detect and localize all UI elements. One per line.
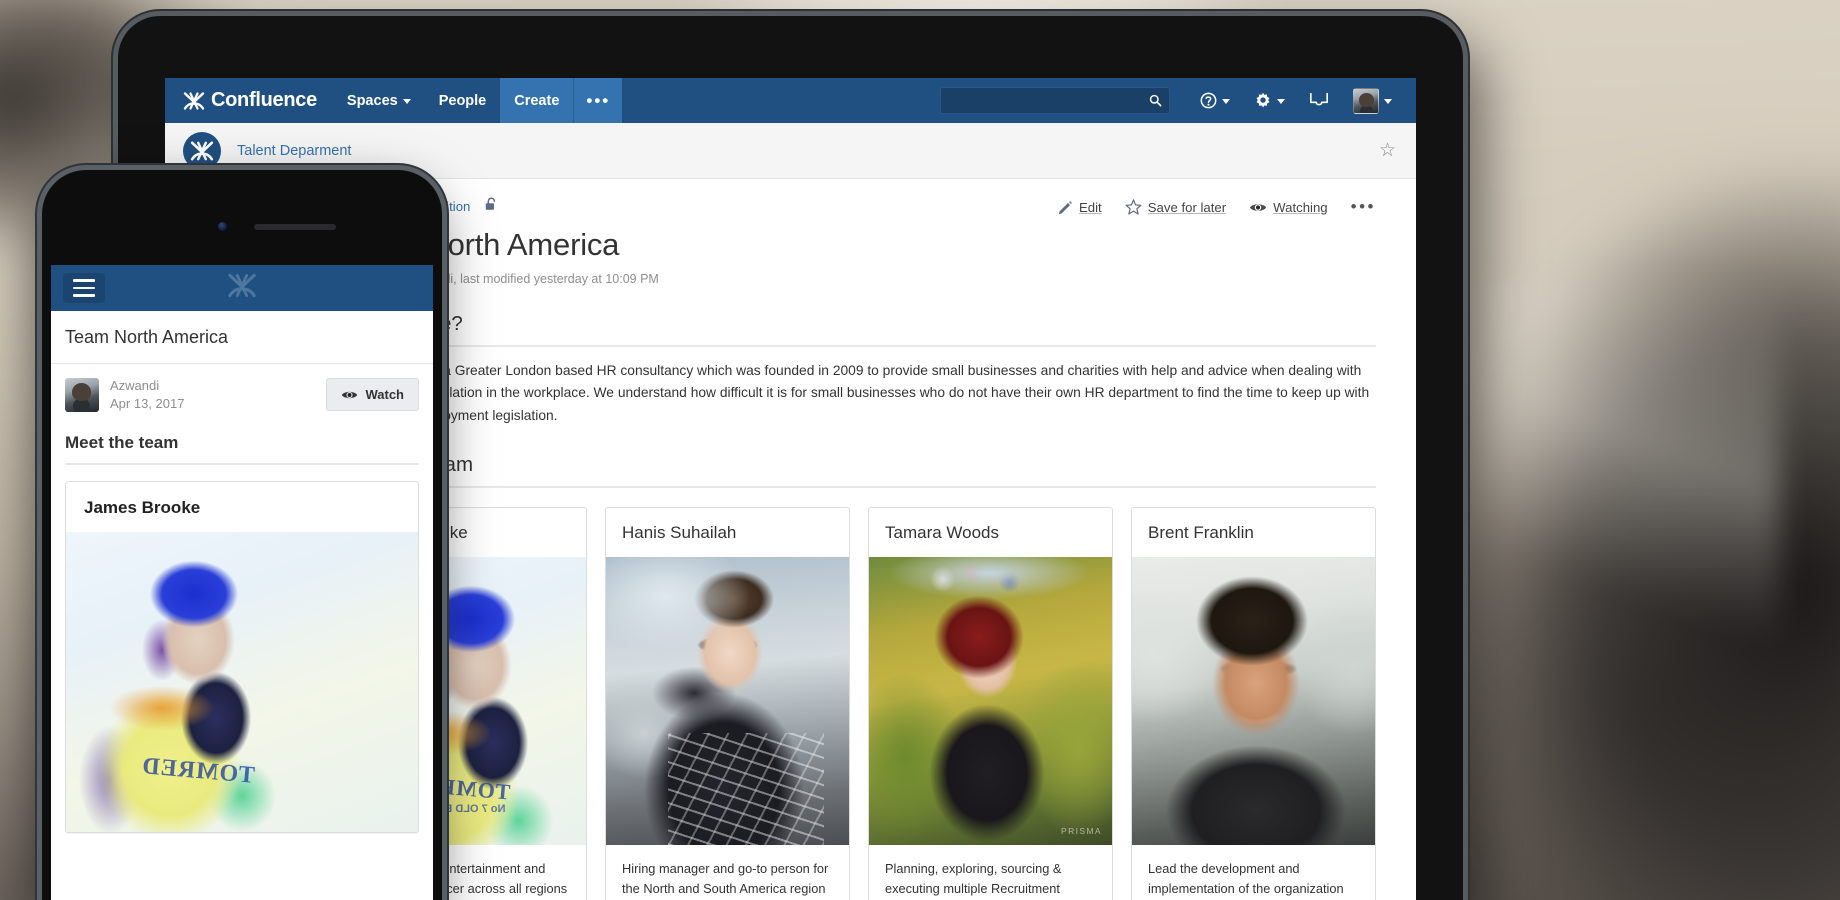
team-card-caption: Hiring manager and go-to person for the …	[622, 861, 829, 896]
intro-paragraph: Our HR Dept, is a Greater London based H…	[342, 363, 1370, 423]
mobile-navbar	[51, 265, 433, 311]
page-more-actions-button[interactable]: •••	[1351, 197, 1376, 217]
team-card-grid: James Brooke TOMRED No 7 OLD BRAND The o…	[342, 507, 1376, 900]
scene-background: Confluence Spaces People Create ••• Tale…	[0, 0, 1840, 900]
search-icon	[1149, 94, 1162, 107]
hanis-suhailah-photo	[606, 557, 849, 846]
page-action-bar: Edit Save for later Watching •••	[1058, 197, 1376, 217]
team-card[interactable]: Brent Franklin Lead the development and …	[1131, 507, 1376, 900]
phone-front-camera	[218, 222, 227, 231]
phone-device: Team North America Azwandi Apr 13, 2017 …	[42, 170, 442, 900]
save-for-later-button[interactable]: Save for later	[1125, 199, 1226, 215]
phone-screen: Team North America Azwandi Apr 13, 2017 …	[51, 265, 433, 900]
mobile-page-meta: Azwandi Apr 13, 2017 Watch	[51, 364, 433, 423]
mobile-author-name: Azwandi	[110, 378, 160, 393]
nav-item-people-label: People	[438, 92, 487, 109]
inbox-tray-icon	[1310, 92, 1328, 106]
gear-icon	[1256, 92, 1270, 107]
team-card-caption: Planning, exploring, sourcing & executin…	[885, 861, 1062, 896]
star-icon	[1125, 199, 1142, 215]
nav-item-spaces-label: Spaces	[346, 92, 398, 109]
avatar	[1353, 87, 1379, 114]
mobile-watch-label: Watch	[365, 387, 404, 403]
navbar-right-group	[940, 78, 1416, 123]
confluence-logo-mark	[183, 91, 205, 110]
chevron-down-icon	[402, 99, 411, 104]
page-byline: Created by Azwandi, last modified yester…	[342, 272, 659, 286]
edit-label: Edit	[1078, 199, 1102, 215]
team-card[interactable]: Hanis Suhailah Hiring manager and go-to …	[605, 507, 850, 900]
confluence-logo-mark	[227, 272, 257, 304]
space-logo[interactable]	[183, 131, 221, 170]
page-title: Team North America	[342, 227, 620, 262]
tamara-woods-photo: PRISMA	[869, 557, 1112, 846]
user-menu[interactable]	[1341, 87, 1404, 114]
confluence-space-logo-icon	[190, 141, 214, 160]
mobile-team-card[interactable]: James Brooke TOMRED	[65, 480, 419, 833]
help-icon	[1200, 92, 1217, 109]
eye-icon	[1250, 203, 1267, 211]
chevron-down-icon	[1222, 99, 1230, 104]
nav-item-people[interactable]: People	[425, 78, 501, 123]
blurred-chair-highlight	[1480, 280, 1780, 700]
create-button-label: Create	[514, 92, 560, 109]
section-heading-meet-the-team: Meet the team	[342, 453, 1376, 489]
confluence-logo[interactable]: Confluence	[165, 78, 333, 123]
create-more-button[interactable]: •••	[573, 78, 623, 123]
search-box[interactable]	[940, 87, 1170, 114]
nav-item-spaces[interactable]: Spaces	[333, 78, 425, 123]
phone-earpiece-speaker	[254, 224, 336, 230]
team-card-caption: Lead the development and implementation …	[1148, 861, 1344, 896]
watching-label: Watching	[1273, 199, 1328, 215]
settings-menu[interactable]	[1242, 92, 1297, 110]
mobile-section-heading: Meet the team	[65, 433, 419, 465]
avatar	[65, 377, 99, 412]
mobile-page-title: Team North America	[51, 311, 433, 364]
team-card-name: Tamara Woods	[885, 523, 1000, 543]
mobile-team-card-name: James Brooke	[84, 497, 201, 517]
chevron-down-icon	[1384, 99, 1392, 104]
dress-pattern	[668, 733, 824, 846]
section-heading-who-are-we: Who are we?	[342, 312, 1376, 347]
confluence-navbar: Confluence Spaces People Create •••	[165, 78, 1416, 123]
edit-button[interactable]: Edit	[1058, 200, 1102, 215]
confluence-brand-text: Confluence	[211, 89, 317, 111]
page-content: Pages / Composition	[316, 179, 1416, 900]
create-more-label: •••	[586, 90, 611, 110]
team-card[interactable]: Tamara Woods PRISMA Planning, exploring,…	[868, 507, 1113, 900]
notifications-button[interactable]	[1297, 92, 1341, 109]
prisma-watermark: PRISMA	[1061, 826, 1102, 837]
brent-franklin-photo	[1132, 557, 1375, 846]
mobile-page-date: Apr 13, 2017	[110, 395, 185, 411]
mobile-watch-button[interactable]: Watch	[326, 378, 419, 412]
james-brooke-photo: TOMRED	[66, 531, 418, 832]
pencil-icon	[1058, 200, 1073, 214]
mobile-author-block: Azwandi Apr 13, 2017	[110, 377, 184, 413]
create-button[interactable]: Create	[500, 78, 574, 123]
save-for-later-label: Save for later	[1147, 199, 1227, 215]
watching-button[interactable]: Watching	[1249, 199, 1328, 215]
search-input[interactable]	[941, 93, 1149, 108]
help-menu[interactable]	[1188, 92, 1242, 109]
unlocked-padlock-icon[interactable]	[485, 197, 498, 215]
hamburger-menu-icon[interactable]	[63, 273, 105, 303]
team-card-name: Brent Franklin	[1148, 523, 1254, 543]
chevron-down-icon	[1277, 99, 1285, 104]
team-card-name: Hanis Suhailah	[622, 523, 737, 543]
shirt-text: TOMRED	[140, 752, 256, 789]
space-name-link[interactable]: Talent Deparment	[237, 143, 351, 159]
star-space-icon[interactable]: ☆	[1379, 139, 1396, 162]
eye-icon	[342, 391, 358, 399]
